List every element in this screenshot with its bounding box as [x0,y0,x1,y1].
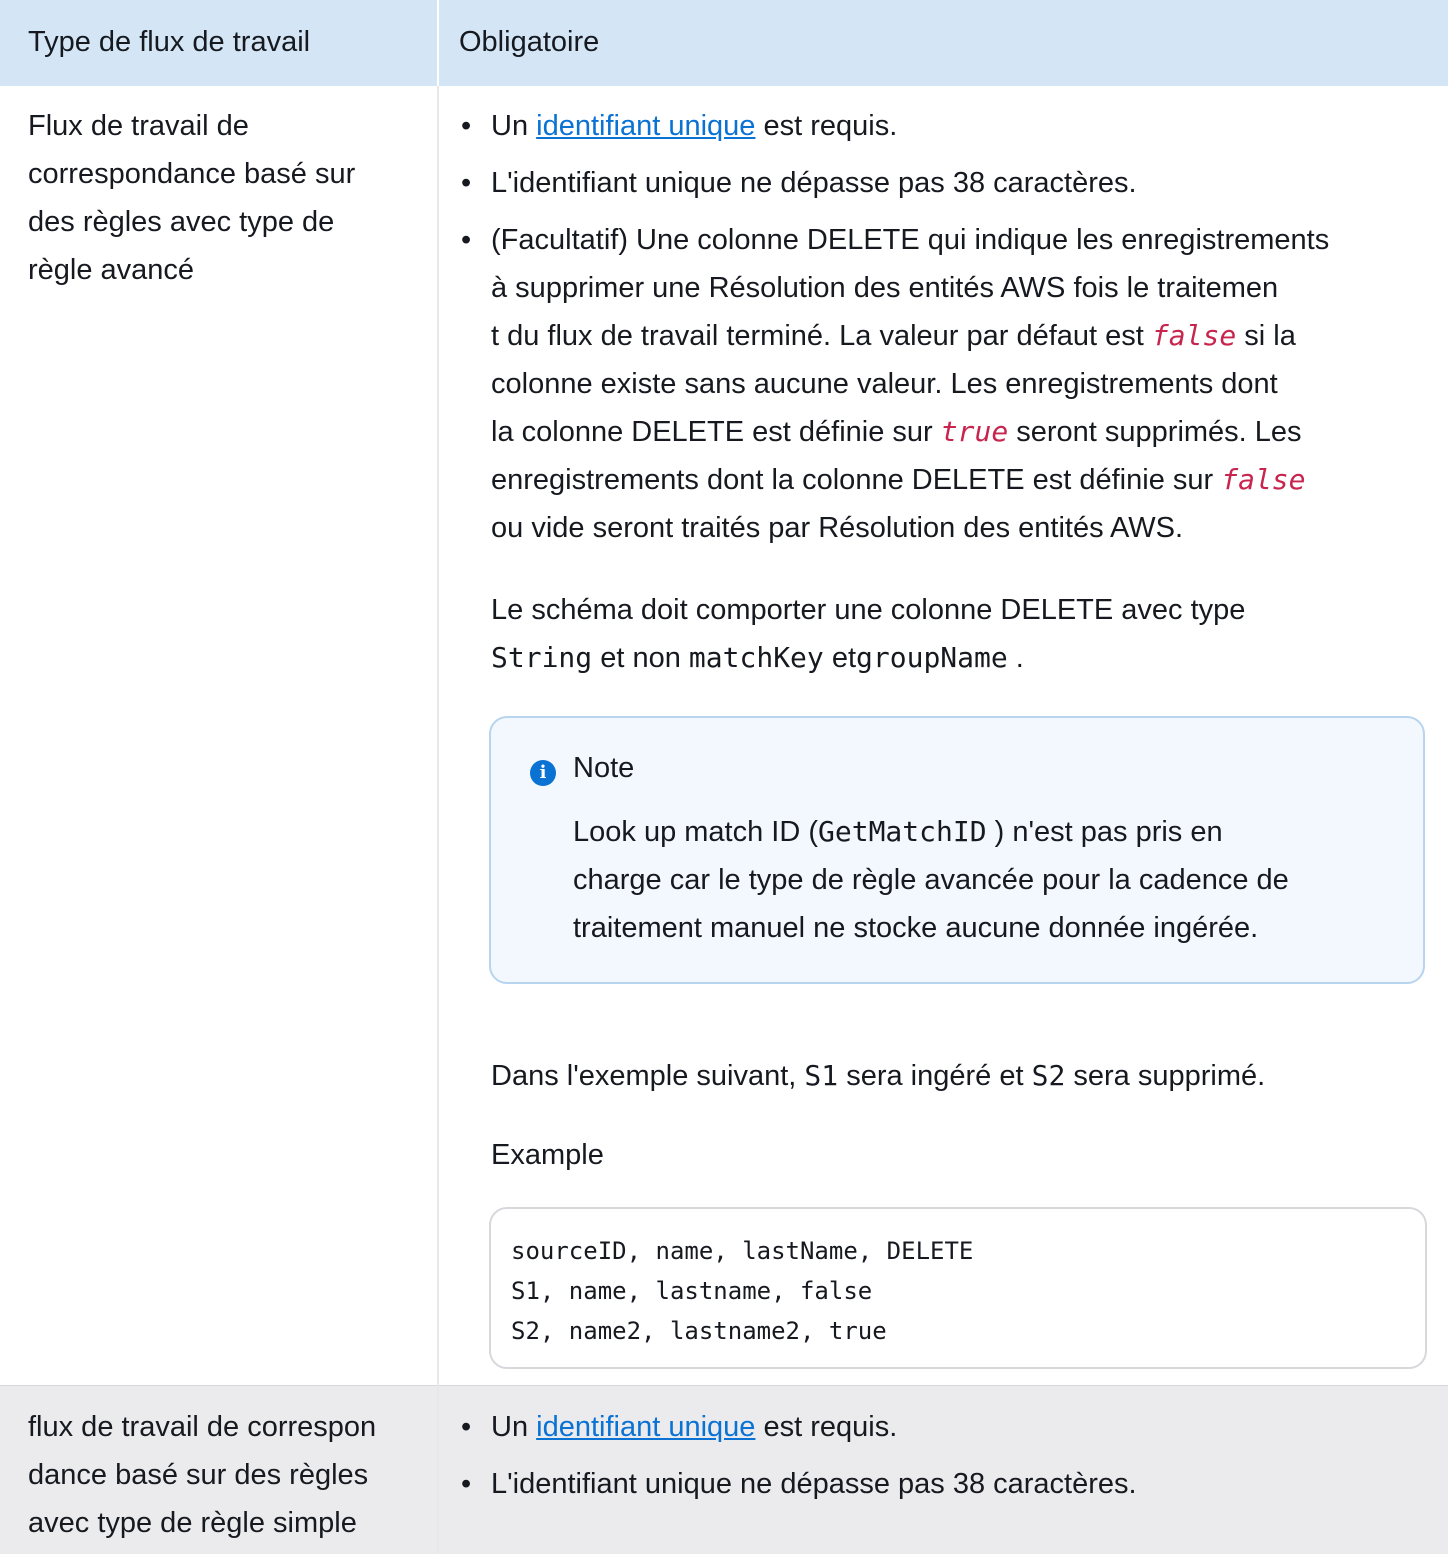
bullet-text: à supprimer une Résolution des entités A… [491,272,1279,304]
list-item: L'identifiant unique ne dépasse pas 38 c… [461,159,1431,207]
code-block[interactable]: sourceID, name, lastName, DELETE S1, nam… [489,1207,1427,1369]
cell-line: flux de travail de correspon [28,1411,377,1443]
requirements-table: Type de flux de travail Obligatoire Flux… [0,0,1448,1554]
workflow-type-cell: flux de travail de correspon dance basé … [28,1403,408,1547]
paragraph-line: Le schéma doit comporter une colonne DEL… [491,594,1246,626]
inline-code-s1: S1 [804,1059,839,1092]
header-workflow-type: Type de flux de travail [28,26,311,58]
header-required: Obligatoire [459,26,600,58]
cell-line: avec type de règle simple [28,1507,357,1539]
cell-line: des règles avec type de [28,206,335,238]
bullet-text: L'identifiant unique ne dépasse pas 38 c… [491,167,1137,199]
bullet-text: colonne existe sans aucune valeur. Les e… [491,368,1278,400]
paragraph-line: String et non matchKey etgroupName . [491,641,1024,674]
bullet-text: Un [491,110,537,142]
inline-code-groupname: groupName [856,641,1008,674]
requirements-list: Un identifiant unique est requis. L'iden… [461,102,1431,561]
bullet-text: Un [491,1411,537,1443]
unique-identifier-link[interactable]: identifiant unique [536,1411,755,1443]
workflow-type-cell: Flux de travail de correspondance basé s… [28,102,408,294]
list-item: Un identifiant unique est requis. [461,102,1431,150]
requirements-list: Un identifiant unique est requis. L'iden… [461,1403,1431,1517]
inline-code-false: false [1151,319,1237,352]
bullet-text: t du flux de travail terminé. La valeur … [491,319,1296,352]
cell-line: correspondance basé sur [28,158,356,190]
bullet-text: ou vide seront traités par Résolution de… [491,512,1184,544]
list-item: (Facultatif) Une colonne DELETE qui indi… [461,216,1431,552]
inline-code-true: true [940,415,1009,448]
note-box: i Note Look up match ID (GetMatchID ) n'… [489,716,1425,984]
example-intro: Dans l'exemple suivant, S1 sera ingéré e… [491,1059,1266,1092]
inline-code-getmatchid: GetMatchID [818,815,987,848]
inline-code-s2: S2 [1031,1059,1066,1092]
bullet-text: (Facultatif) Une colonne DELETE qui indi… [491,224,1330,256]
unique-identifier-link[interactable]: identifiant unique [536,110,755,142]
bullet-text: est requis. [755,110,898,142]
bullet-text: la colonne DELETE est définie sur true s… [491,415,1302,448]
note-title: Note [573,752,635,784]
table-header-row: Type de flux de travail Obligatoire [0,0,1448,86]
inline-code-string: String [491,641,593,674]
column-divider [437,0,439,86]
bullet-text: L'identifiant unique ne dépasse pas 38 c… [491,1468,1137,1500]
inline-code-matchkey: matchKey [688,641,824,674]
list-item: Un identifiant unique est requis. [461,1403,1431,1451]
cell-line: dance basé sur des règles [28,1459,369,1491]
cell-line: Flux de travail de [28,110,249,142]
info-icon: i [530,760,556,786]
column-divider [437,86,439,1554]
list-item: L'identifiant unique ne dépasse pas 38 c… [461,1460,1431,1508]
cell-line: règle avancé [28,254,195,286]
bullet-text: enregistrements dont la colonne DELETE e… [491,463,1306,496]
note-body: Look up match ID (GetMatchID ) n'est pas… [573,815,1289,944]
code-content: sourceID, name, lastName, DELETE S1, nam… [511,1237,974,1345]
bullet-text: est requis. [755,1411,898,1443]
example-label: Example [491,1139,604,1171]
schema-paragraph: Le schéma doit comporter une colonne DEL… [491,586,1431,682]
inline-code-false: false [1221,463,1306,496]
